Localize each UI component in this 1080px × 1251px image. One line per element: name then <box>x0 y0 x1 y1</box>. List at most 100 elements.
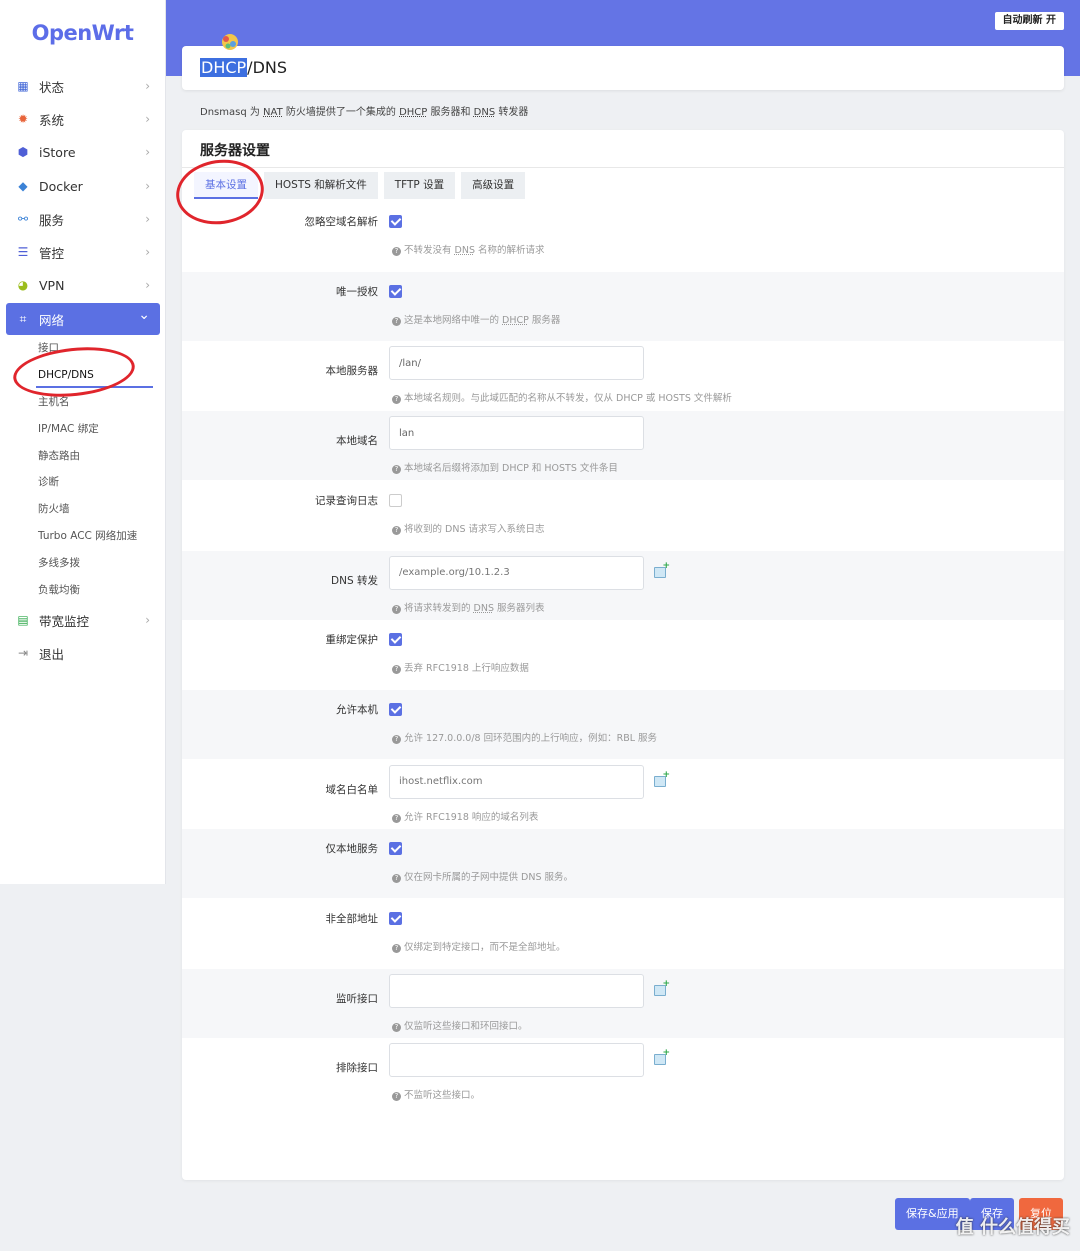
form-row: 允许本机? 允许 127.0.0.0/8 回环范围内的上行响应，例如：RBL 服务 <box>182 689 1064 759</box>
sidebar-item-4[interactable]: ◆ Docker › <box>6 170 160 202</box>
sidebar-item-8[interactable]: ⌗ 网络 ⌄ <box>6 303 160 335</box>
sidebar-subitem-7[interactable]: 防火墙 <box>38 501 70 517</box>
chevron-right-icon: › <box>145 145 150 159</box>
text-input[interactable] <box>389 764 644 799</box>
sidebar-subitem-10[interactable]: 负载均衡 <box>38 582 80 598</box>
help-text: 将收到的 DNS 请求写入系统日志 <box>404 523 545 535</box>
help-text: DNS <box>454 245 475 256</box>
help-icon: ? <box>392 1092 401 1102</box>
tab-advanced[interactable]: 高级设置 <box>461 172 526 199</box>
sidebar-item-10[interactable]: ⇥ 退出 <box>6 637 160 669</box>
field-label: 仅本地服务 <box>325 843 379 856</box>
help-text: 仅监听这些接口和环回接口。 <box>404 1020 528 1032</box>
checkbox[interactable] <box>389 633 402 647</box>
chevron-right-icon: › <box>145 613 150 627</box>
form-row: 监听接口?仅监听这些接口和环回接口。 <box>182 968 1064 1038</box>
sidebar-item-label: 退出 <box>39 646 65 662</box>
form-row: 仅本地服务? 仅在网卡所属的子网中提供 DNS 服务。 <box>182 829 1064 899</box>
field-help: ? 本地域名后缀将添加到 DHCP 和 HOSTS 文件条目 <box>392 460 618 475</box>
field-label: 本地域名 <box>336 435 378 448</box>
desc-text: 转发器 <box>495 107 529 118</box>
page-title-card: DHCP/DNS <box>182 34 1064 90</box>
sidebar-subitem-5[interactable]: 静态路由 <box>38 448 80 464</box>
tab-tftp[interactable]: TFTP 设置 <box>383 172 456 199</box>
field-label: 唯一授权 <box>336 285 378 298</box>
field-label: 域名白名单 <box>325 783 379 796</box>
help-text: 服务器列表 <box>493 602 545 614</box>
checkbox[interactable] <box>389 215 402 228</box>
sidebar-subitem-3[interactable]: 主机名 <box>38 394 70 410</box>
add-entry-icon[interactable] <box>654 770 670 787</box>
services-icon: ⚯ <box>17 212 29 226</box>
sidebar-item-6[interactable]: ☰ 管控 › <box>6 236 160 268</box>
form-row: 记录查询日志? 将收到的 DNS 请求写入系统日志 <box>182 481 1064 550</box>
form-row: 本地域名 ?本地域名后缀将添加到 DHCP 和 HOSTS 文件条目 <box>182 411 1064 481</box>
checkbox[interactable] <box>389 493 402 507</box>
sidebar-subitem-4[interactable]: IP/MAC 绑定 <box>38 421 99 437</box>
text-input[interactable] <box>389 346 644 381</box>
text-input[interactable] <box>389 973 644 1008</box>
checkbox[interactable] <box>389 284 402 298</box>
form-row: 忽略空域名解析? 不转发没有 DNS 名称的解析请求 <box>182 202 1064 271</box>
field-help: ? 本地域名规则。与此域匹配的名称从不转发，仅从 DHCP 或 HOSTS 文件解… <box>392 390 732 405</box>
field-help: ? 不转发没有 DNS 名称的解析请求 <box>392 242 545 256</box>
desc-text: 防火墙提供了一个集成的 <box>282 107 400 118</box>
sidebar-subitem-8[interactable]: Turbo ACC 网络加速 <box>38 528 137 544</box>
form-row: 本地服务器 ?本地域名规则。与此域匹配的名称从不转发，仅从 DHCP 或 HOST… <box>182 341 1064 410</box>
help-text: 本地域名后缀将添加到 DHCP 和 HOSTS 文件条目 <box>404 463 618 475</box>
help-icon: ? <box>392 1022 401 1032</box>
sidebar-subitem-2[interactable]: DHCP/DNS <box>38 367 94 383</box>
sidebar-item-label: iStore <box>39 144 76 160</box>
text-input[interactable] <box>389 555 644 590</box>
field-label: 排除接口 <box>336 1062 378 1075</box>
help-text: 这是本地网络中唯一的 <box>404 314 503 326</box>
checkbox[interactable] <box>389 702 402 716</box>
monitor-icon: ▤ <box>17 613 29 627</box>
sidebar-item-9[interactable]: ▤ 带宽监控 › <box>6 604 160 636</box>
desc-text: 服务器和 <box>427 107 474 118</box>
help-text: 仅绑定到特定接口，而不是全部地址。 <box>404 942 566 953</box>
chevron-right-icon: › <box>145 179 150 193</box>
chevron-right-icon: › <box>145 212 150 226</box>
sidebar-item-1[interactable]: ▦ 状态 › <box>6 70 160 102</box>
help-text: 丢弃 RFC1918 上行响应数据 <box>404 663 529 675</box>
gear-icon: ✹ <box>17 112 29 126</box>
sidebar-subitem-9[interactable]: 多线多拨 <box>38 555 80 571</box>
auto-refresh-toggle[interactable]: 自动刷新 开 <box>994 12 1064 30</box>
text-input[interactable] <box>389 1043 644 1078</box>
help-text: 允许 127.0.0.0/8 回环范围内的上行响应，例如：RBL 服务 <box>404 732 658 744</box>
field-help: ? 将收到的 DNS 请求写入系统日志 <box>392 521 545 535</box>
add-entry-icon[interactable] <box>654 1048 670 1066</box>
whale-icon: ◆ <box>18 179 28 193</box>
network-icon: ⌗ <box>19 311 27 326</box>
page-title-highlight: DHCP <box>200 58 248 77</box>
sidebar-item-3[interactable]: ⬢ iStore › <box>6 136 160 168</box>
sidebar-item-7[interactable]: ◕ VPN › <box>6 269 160 301</box>
sidebar-subitem-1[interactable]: 接口 <box>38 340 59 356</box>
sidebar-subitem-6[interactable]: 诊断 <box>38 474 59 490</box>
sidebar-item-5[interactable]: ⚯ 服务 › <box>6 203 160 235</box>
tab-hosts[interactable]: HOSTS 和解析文件 <box>264 172 378 199</box>
field-help: ? 允许 RFC1918 响应的域名列表 <box>392 809 538 823</box>
sidebar-item-label: VPN <box>39 277 65 293</box>
page-title: DHCP/DNS <box>200 58 287 77</box>
field-label: 重绑定保护 <box>325 634 379 647</box>
checkbox[interactable] <box>389 912 402 925</box>
checkbox[interactable] <box>389 842 402 856</box>
help-text: 本地域名规则。与此域匹配的名称从不转发，仅从 DHCP 或 HOSTS 文件解析 <box>404 393 732 405</box>
help-text: 名称的解析请求 <box>474 245 545 256</box>
text-input[interactable] <box>389 416 644 451</box>
add-entry-icon[interactable] <box>654 979 670 996</box>
divider <box>182 167 1064 168</box>
desc-abbr-dhcp: DHCP <box>399 107 428 118</box>
sidebar-item-2[interactable]: ✹ 系统 › <box>6 103 160 135</box>
field-label: 本地服务器 <box>325 365 379 378</box>
help-icon: ? <box>392 813 401 823</box>
help-text: DNS <box>473 602 494 614</box>
field-label: 非全部地址 <box>325 913 379 925</box>
form-row: 重绑定保护? 丢弃 RFC1918 上行响应数据 <box>182 620 1064 689</box>
tab-basic[interactable]: 基本设置 <box>194 172 258 199</box>
help-icon: ? <box>392 874 401 884</box>
dashboard-icon: ▦ <box>17 79 29 93</box>
add-entry-icon[interactable] <box>654 561 670 578</box>
